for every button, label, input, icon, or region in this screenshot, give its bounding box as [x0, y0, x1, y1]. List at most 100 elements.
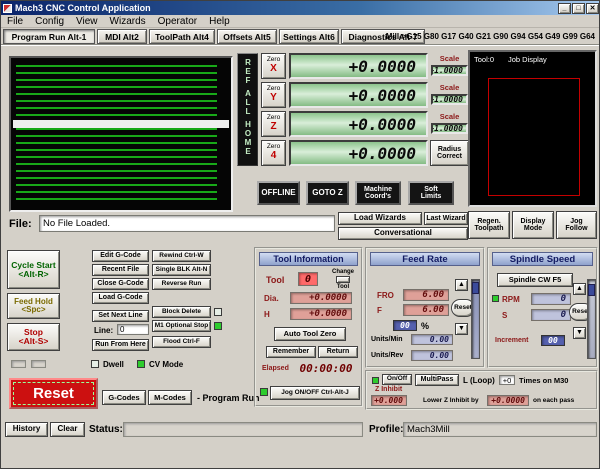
spindle-slider[interactable] [587, 279, 596, 359]
z-axis-dro[interactable]: +0.0000 [289, 111, 428, 137]
return-button[interactable]: Return [318, 346, 358, 358]
file-label: File: [9, 218, 32, 230]
change-tool-button[interactable] [336, 276, 350, 283]
feed-up-arrow-icon[interactable]: ▲ [455, 279, 468, 291]
y-axis-dro[interactable]: +0.0000 [289, 82, 428, 108]
zero-x-button[interactable]: Zero X [261, 53, 286, 79]
x-axis-dro[interactable]: +0.0000 [289, 53, 428, 79]
auto-tool-zero-button[interactable]: Auto Tool Zero [274, 327, 346, 341]
display-mode-button[interactable]: Display Mode [512, 211, 554, 239]
stop-button[interactable]: Stop <Alt-S> [7, 323, 60, 351]
menu-file[interactable]: File [1, 16, 29, 27]
close-icon[interactable]: ✕ [586, 2, 599, 14]
multipass-button[interactable]: MultiPass [415, 374, 459, 386]
remember-button[interactable]: Remember [266, 346, 316, 358]
offline-button[interactable]: OFFLINE [257, 181, 300, 205]
tab-program-run[interactable]: Program Run Alt-1 [3, 29, 95, 44]
zero-4-button[interactable]: Zero 4 [261, 140, 286, 166]
menu-view[interactable]: View [70, 16, 104, 27]
z-inhibit-dro[interactable]: +0.000 [371, 395, 407, 406]
feed-hold-button[interactable]: Feed Hold <Spc> [7, 293, 60, 319]
fro-slider[interactable] [471, 279, 480, 359]
run-from-here-button[interactable]: Run From Here [92, 339, 149, 351]
set-next-line-button[interactable]: Set Next Line [92, 310, 149, 322]
flood-button[interactable]: Flood Ctrl-F [152, 336, 211, 348]
tab-toolpath[interactable]: ToolPath Alt4 [149, 29, 215, 44]
edit-gcode-button[interactable]: Edit G-Code [92, 250, 149, 262]
active-modes-readout: Mill->G15 G80 G17 G40 G21 G90 G94 G54 G4… [385, 32, 595, 41]
menu-wizards[interactable]: Wizards [104, 16, 152, 27]
fro-percent-dro[interactable]: 00 [393, 320, 417, 331]
zero-y-button[interactable]: Zero Y [261, 82, 286, 108]
tool-number-dro[interactable]: 0 [298, 272, 318, 286]
recent-file-button[interactable]: Recent File [92, 264, 149, 276]
tab-mdi[interactable]: MDI Alt2 [97, 29, 147, 44]
rewind-button[interactable]: Rewind Ctrl-W [152, 250, 211, 262]
m-codes-button[interactable]: M-Codes [148, 390, 192, 405]
screen-mode-text: - Program Run [197, 393, 260, 403]
fourth-axis-dro[interactable]: +0.0000 [289, 140, 428, 166]
scale-y-dro[interactable]: +1.0000 [431, 94, 468, 105]
zero-z-button[interactable]: Zero Z [261, 111, 286, 137]
units-min-dro[interactable]: 0.00 [411, 334, 453, 345]
tab-settings[interactable]: Settings Alt6 [279, 29, 339, 44]
tab-offsets[interactable]: Offsets Alt5 [217, 29, 277, 44]
regen-toolpath-button[interactable]: Regen. Toolpath [468, 211, 510, 239]
lower-z-inhibit-dro[interactable]: +0.0000 [487, 395, 529, 406]
on-each-pass-label: on each pass [533, 397, 575, 404]
ref-all-home-button[interactable]: REF ALL HOME [237, 53, 258, 166]
menu-operator[interactable]: Operator [152, 16, 203, 27]
jog-follow-button[interactable]: Jog Follow [556, 211, 597, 239]
machine-coords-button[interactable]: Machine Coord's [355, 181, 401, 205]
status-message-field [123, 422, 363, 437]
fro-slider-handle[interactable] [472, 282, 479, 294]
soft-limits-button[interactable]: Soft Limits [408, 181, 454, 205]
tool-height-dro[interactable]: +0.0000 [290, 308, 352, 320]
last-wizard-button[interactable]: Last Wizard [424, 212, 468, 225]
rpm-dro[interactable]: 0 [531, 293, 571, 305]
cycle-start-button[interactable]: Cycle Start <Alt-R> [7, 250, 60, 289]
reverse-run-button[interactable]: Reverse Run [152, 278, 211, 290]
s-dro[interactable]: 0 [531, 309, 571, 321]
load-wizards-button[interactable]: Load Wizards [338, 212, 422, 225]
radius-correct-button[interactable]: Radius Correct [430, 140, 469, 166]
reset-button[interactable]: Reset [9, 378, 98, 409]
change-tool-label-1: Change [331, 269, 354, 275]
single-blk-button[interactable]: Single BLK Alt-N [152, 264, 211, 276]
gcode-window[interactable] [9, 56, 233, 212]
units-min-label: Units/Min [371, 336, 403, 343]
axis-letter-4: 4 [270, 150, 277, 162]
feedrate-dro[interactable]: 6.00 [403, 304, 449, 316]
spindle-cw-button[interactable]: Spindle CW F5 [497, 273, 573, 287]
g-codes-button[interactable]: G-Codes [102, 390, 146, 405]
block-delete-button[interactable]: Block Delete [152, 306, 211, 318]
feed-down-arrow-icon[interactable]: ▼ [455, 323, 468, 335]
clear-button[interactable]: Clear [50, 422, 85, 437]
line-number-field[interactable]: 0 [117, 324, 149, 335]
feed-hold-shortcut: <Spc> [21, 305, 46, 314]
tool-diameter-dro[interactable]: +0.0000 [290, 292, 352, 304]
scale-x-dro[interactable]: +1.0000 [431, 65, 468, 76]
toolpath-display[interactable]: Tool:0 Job Display [468, 50, 597, 207]
menu-config[interactable]: Config [29, 16, 70, 27]
spindle-slider-handle[interactable] [588, 284, 595, 296]
z-inhibit-led [372, 377, 379, 384]
goto-z-button[interactable]: GOTO Z [306, 181, 349, 205]
minimize-icon[interactable]: _ [558, 2, 571, 14]
maximize-icon[interactable]: □ [572, 2, 585, 14]
conversational-button[interactable]: Conversational [338, 227, 468, 240]
spindle-up-arrow-icon[interactable]: ▲ [573, 283, 586, 295]
jog-on-off-button[interactable]: Jog ON/OFF Ctrl-Alt-J [270, 386, 360, 400]
history-button[interactable]: History [5, 422, 48, 437]
units-rev-dro[interactable]: 0.00 [411, 350, 453, 361]
increment-dro[interactable]: 00 [541, 335, 565, 346]
fro-dro[interactable]: 6.00 [403, 289, 449, 301]
spindle-down-arrow-icon[interactable]: ▼ [573, 327, 586, 339]
scale-z-dro[interactable]: +1.0000 [431, 123, 468, 134]
z-inhibit-on-off-button[interactable]: On/Off [382, 374, 412, 385]
close-gcode-button[interactable]: Close G-Code [92, 278, 149, 290]
load-gcode-button[interactable]: Load G-Code [92, 292, 149, 304]
m1-optional-stop-button[interactable]: M1 Optional Stop [152, 320, 211, 332]
loop-count-field[interactable]: +0 [499, 375, 515, 385]
menu-help[interactable]: Help [203, 16, 236, 27]
